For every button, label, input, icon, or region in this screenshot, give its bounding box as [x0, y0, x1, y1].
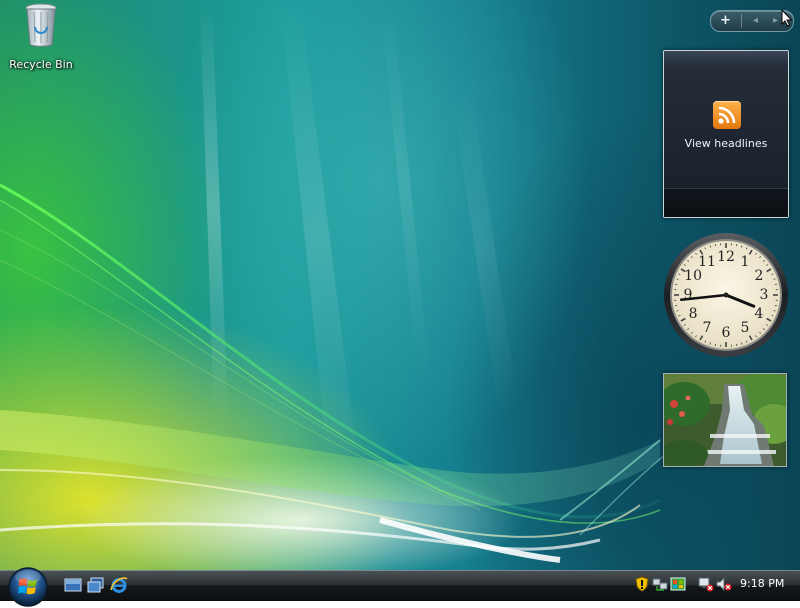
- network-icon[interactable]: [652, 576, 668, 592]
- waterfall-photo: [664, 374, 786, 466]
- system-clock-time[interactable]: 9:18 PM: [740, 577, 784, 590]
- rss-feed-icon: [713, 101, 741, 129]
- clock-numeral: 6: [717, 325, 735, 341]
- clock-numeral: 10: [684, 268, 702, 284]
- network-disconnected-icon[interactable]: [698, 576, 714, 592]
- volume-muted-icon[interactable]: [716, 576, 732, 592]
- recycle-bin-label: Recycle Bin: [6, 58, 76, 71]
- previous-gadgets-button[interactable]: ◂: [753, 12, 758, 30]
- switch-windows-icon[interactable]: [87, 577, 105, 593]
- recycle-bin-icon: [24, 2, 58, 48]
- internet-explorer-icon[interactable]: [110, 577, 128, 593]
- clock-numeral: 2: [750, 268, 768, 284]
- desktop[interactable]: Recycle Bin + ◂ ▸ View headlines: [0, 0, 800, 600]
- clock-numeral: 9: [679, 287, 697, 303]
- windows-defender-icon[interactable]: [670, 576, 686, 592]
- clock-gadget[interactable]: 121234567891011: [663, 232, 789, 358]
- mouse-cursor-icon: [781, 9, 793, 27]
- show-desktop-icon[interactable]: [64, 577, 82, 593]
- feed-headlines-gadget[interactable]: View headlines: [663, 50, 789, 218]
- clock-numeral: 7: [698, 320, 716, 336]
- recycle-bin-shortcut[interactable]: Recycle Bin: [6, 2, 76, 71]
- add-gadget-button[interactable]: +: [720, 12, 731, 30]
- clock-numeral: 5: [736, 320, 754, 336]
- clock-numeral: 3: [755, 287, 773, 303]
- slideshow-gadget[interactable]: [663, 373, 787, 467]
- view-headlines-link[interactable]: View headlines: [664, 137, 788, 150]
- start-button[interactable]: [7, 566, 49, 608]
- sidebar-controls-divider: [741, 14, 742, 28]
- clock-numeral: 12: [717, 249, 735, 265]
- feed-gadget-footer: [664, 188, 788, 217]
- next-gadgets-button[interactable]: ▸: [773, 12, 778, 30]
- clock-numeral: 8: [684, 306, 702, 322]
- feed-gadget-header: [664, 51, 788, 65]
- clock-numeral: 11: [698, 254, 716, 270]
- security-shield-icon[interactable]: [634, 576, 650, 592]
